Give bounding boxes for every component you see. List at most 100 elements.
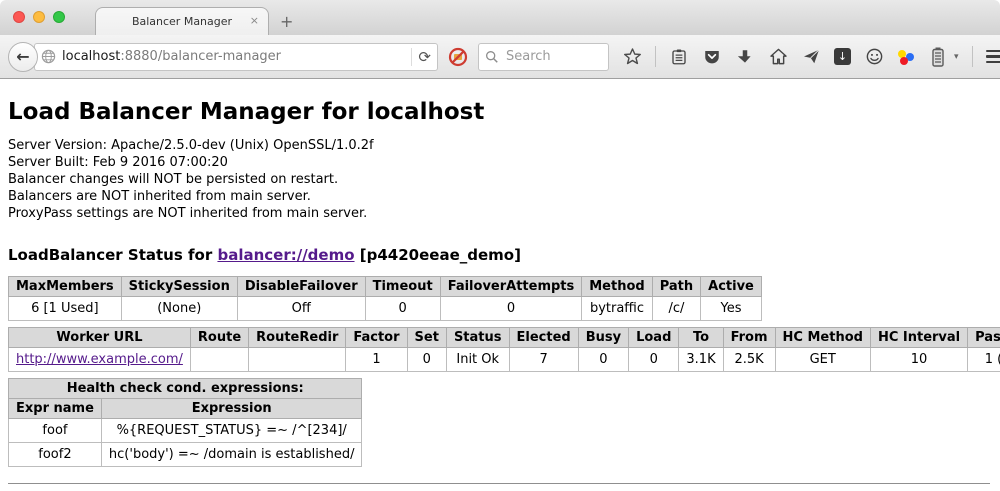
url-input[interactable]: localhost:8880/balancer-manager [62, 49, 405, 64]
col-load: Load [629, 328, 679, 348]
downloads-icon[interactable] [735, 47, 755, 67]
toolbar-divider [972, 46, 973, 67]
persist-note-line: Balancer changes will NOT be persisted o… [8, 171, 990, 188]
battery-ext-icon[interactable] [928, 47, 948, 67]
balancer-demo-link[interactable]: balancer://demo [217, 246, 354, 264]
cell-status: Init Ok [446, 348, 509, 372]
col-to: To [679, 328, 723, 348]
col-disablefailover: DisableFailover [237, 277, 365, 297]
col-routeredir: RouteRedir [249, 328, 346, 348]
table-row: 6 [1 Used] (None) Off 0 0 bytraffic /c/ … [9, 297, 762, 321]
cell-to: 3.1K [679, 348, 723, 372]
search-bar[interactable] [478, 43, 609, 71]
page-title: Load Balancer Manager for localhost [8, 99, 990, 125]
cell-method: bytraffic [582, 297, 652, 321]
col-hc-method: HC Method [775, 328, 870, 348]
balancer-settings-table: MaxMembers StickySession DisableFailover… [8, 276, 762, 321]
col-elected: Elected [509, 328, 578, 348]
new-tab-button[interactable]: + [280, 12, 293, 31]
cell-busy: 0 [578, 348, 628, 372]
col-factor: Factor [346, 328, 407, 348]
content-blocked-icon[interactable] [448, 47, 468, 67]
search-input[interactable] [504, 48, 598, 65]
cell-factor: 1 [346, 348, 407, 372]
video-downloadhelper-icon[interactable] [897, 48, 915, 66]
server-built-line: Server Built: Feb 9 2016 07:00:20 [8, 154, 990, 171]
col-busy: Busy [578, 328, 628, 348]
col-expr-name: Expr name [9, 399, 102, 419]
cell-timeout: 0 [365, 297, 440, 321]
cell-active: Yes [701, 297, 762, 321]
reading-list-icon[interactable] [669, 47, 689, 67]
page-content: Load Balancer Manager for localhost Serv… [0, 79, 1000, 485]
heading-prefix: LoadBalancer Status for [8, 246, 217, 264]
cell-maxmembers: 6 [1 Used] [9, 297, 122, 321]
url-bar[interactable]: localhost:8880/balancer-manager ⟳ [34, 43, 438, 71]
navigation-toolbar: ← localhost:8880/balancer-manager ⟳ [0, 35, 1000, 79]
table-header-row: Expr name Expression [9, 399, 362, 419]
col-route: Route [190, 328, 248, 348]
home-icon[interactable] [768, 47, 788, 67]
cell-set: 0 [407, 348, 446, 372]
globe-icon[interactable] [41, 49, 56, 64]
urlbar-divider [411, 48, 412, 66]
cell-expr-name: foof [9, 419, 102, 443]
send-tab-icon[interactable] [801, 47, 821, 67]
bookmark-star-icon[interactable] [622, 47, 642, 67]
tab-close-icon[interactable]: × [250, 15, 259, 27]
pocket-icon[interactable] [702, 47, 722, 67]
col-stickysession: StickySession [121, 277, 237, 297]
cell-expr-name: foof2 [9, 443, 102, 467]
reload-icon[interactable]: ⟳ [418, 49, 431, 65]
menu-icon[interactable] [986, 50, 1000, 64]
hc-row: foof2 hc('body') =~ /domain is establish… [9, 443, 362, 467]
cell-expression: hc('body') =~ /domain is established/ [101, 443, 362, 467]
search-icon [485, 50, 499, 64]
cell-load: 0 [629, 348, 679, 372]
balancer-status-heading: LoadBalancer Status for balancer://demo … [8, 246, 990, 264]
col-passes: Passes [968, 328, 1000, 348]
window-minimize-button[interactable] [33, 11, 45, 23]
table-header-row: MaxMembers StickySession DisableFailover… [9, 277, 762, 297]
emoji-ext-icon[interactable] [864, 47, 884, 67]
tab-balancer-manager[interactable]: Balancer Manager × [95, 7, 269, 35]
col-failoverattempts: FailoverAttempts [440, 277, 582, 297]
download-box-ext-icon[interactable]: ↓ [834, 48, 851, 65]
back-button[interactable]: ← [8, 42, 38, 72]
col-from: From [723, 328, 775, 348]
browser-window: Balancer Manager × + ← localhost:8880/ba… [0, 0, 1000, 491]
col-method: Method [582, 277, 652, 297]
cell-routeredir [249, 348, 346, 372]
toolbar-icons: ↓ ▾ [622, 46, 1000, 67]
col-path: Path [652, 277, 700, 297]
worker-row: http://www.example.com/ 1 0 Init Ok 7 0 … [9, 348, 1000, 372]
window-zoom-button[interactable] [53, 11, 65, 23]
cell-path: /c/ [652, 297, 700, 321]
bottom-divider [8, 483, 990, 485]
col-active: Active [701, 277, 762, 297]
cell-from: 2.5K [723, 348, 775, 372]
cell-failoverattempts: 0 [440, 297, 582, 321]
window-close-button[interactable] [13, 11, 25, 23]
hc-table-title: Health check cond. expressions: [9, 379, 362, 399]
toolbar-divider [655, 46, 656, 67]
worker-status-table: Worker URL Route RouteRedir Factor Set S… [8, 327, 1000, 372]
chevron-down-icon[interactable]: ▾ [954, 52, 959, 62]
cell-worker-url: http://www.example.com/ [9, 348, 191, 372]
tab-title: Balancer Manager [132, 15, 232, 28]
titlebar: Balancer Manager × + [0, 0, 1000, 35]
col-set: Set [407, 328, 446, 348]
proxypass-note-line: ProxyPass settings are NOT inherited fro… [8, 205, 990, 222]
back-arrow-icon: ← [16, 47, 29, 66]
cell-elected: 7 [509, 348, 578, 372]
balancers-note-line: Balancers are NOT inherited from main se… [8, 188, 990, 205]
toolbar-right-group [972, 46, 1000, 67]
col-status: Status [446, 328, 509, 348]
server-version-line: Server Version: Apache/2.5.0-dev (Unix) … [8, 137, 990, 154]
cell-hc-method: GET [775, 348, 870, 372]
col-maxmembers: MaxMembers [9, 277, 122, 297]
table-title-row: Health check cond. expressions: [9, 379, 362, 399]
col-worker-url: Worker URL [9, 328, 191, 348]
col-expression: Expression [101, 399, 362, 419]
worker-url-link[interactable]: http://www.example.com/ [16, 352, 183, 367]
